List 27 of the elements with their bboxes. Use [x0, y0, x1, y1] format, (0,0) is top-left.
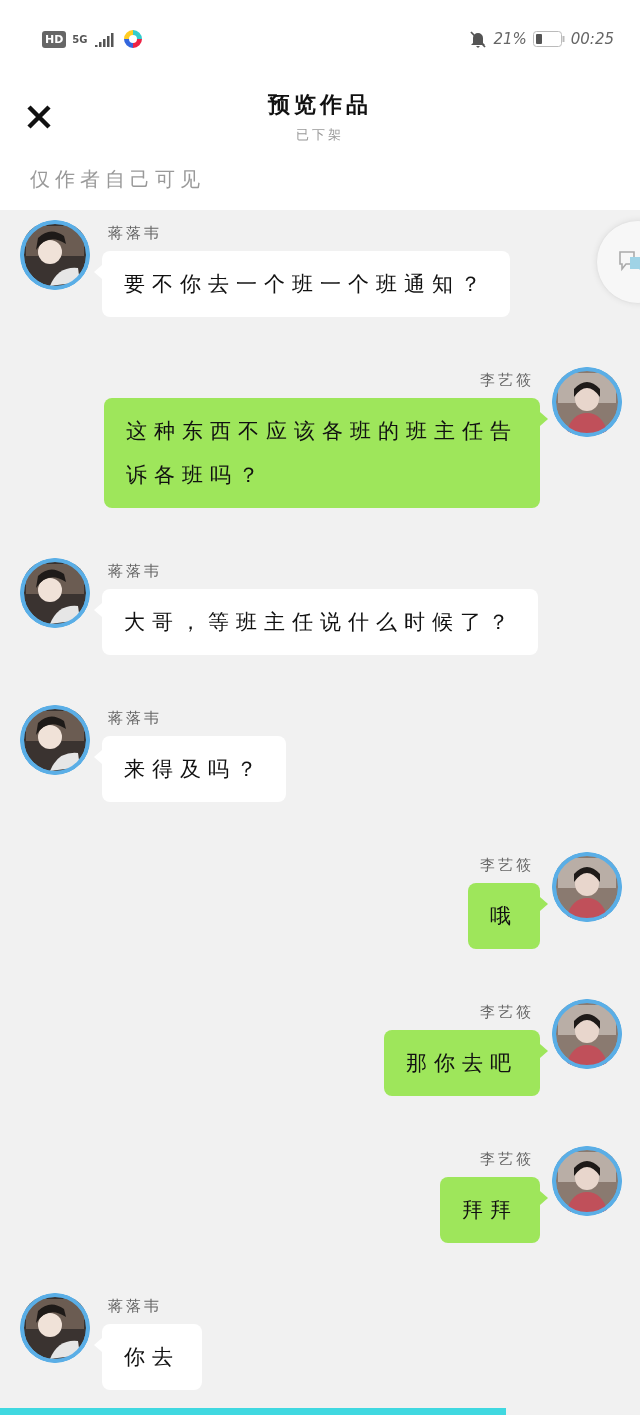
- signal-icon: [93, 31, 116, 47]
- message-bubble: 那你去吧: [384, 1030, 540, 1096]
- status-subtitle: 已下架: [296, 126, 344, 144]
- clock-time: 00:25: [570, 30, 614, 48]
- sender-name: 蒋落韦: [107, 1297, 163, 1316]
- sender-name: 蒋落韦: [107, 562, 163, 581]
- message-bubble: 大哥，等班主任说什么时候了？: [102, 589, 538, 655]
- app-icon: [121, 28, 144, 50]
- sender-name: 李艺筱: [479, 371, 535, 390]
- message-bubble: 你去: [102, 1324, 202, 1390]
- message-bubble: 要不你去一个班一个班通知？: [102, 251, 510, 317]
- sender-name: 李艺筱: [479, 1003, 535, 1022]
- battery-percent: 21%: [493, 30, 527, 48]
- sender-name: 李艺筱: [479, 856, 535, 875]
- visibility-note: 仅作者自己可见: [29, 166, 206, 193]
- sender-name: 蒋落韦: [107, 709, 163, 728]
- sender-name: 蒋落韦: [107, 224, 163, 243]
- muted-bell-icon: [469, 30, 488, 48]
- network-label: 5G: [72, 33, 88, 45]
- message-bubble: 这种东西不应该各班的班主任告诉各班吗？: [104, 398, 540, 508]
- message-bubble: 拜拜: [440, 1177, 540, 1243]
- message-bubble: 哦: [468, 883, 540, 949]
- hd-badge: HD: [42, 30, 67, 48]
- message-bubble: 来得及吗？: [102, 736, 286, 802]
- battery-icon: [532, 31, 565, 47]
- sender-name: 李艺筱: [479, 1150, 535, 1169]
- page-title: 预览作品: [268, 91, 372, 119]
